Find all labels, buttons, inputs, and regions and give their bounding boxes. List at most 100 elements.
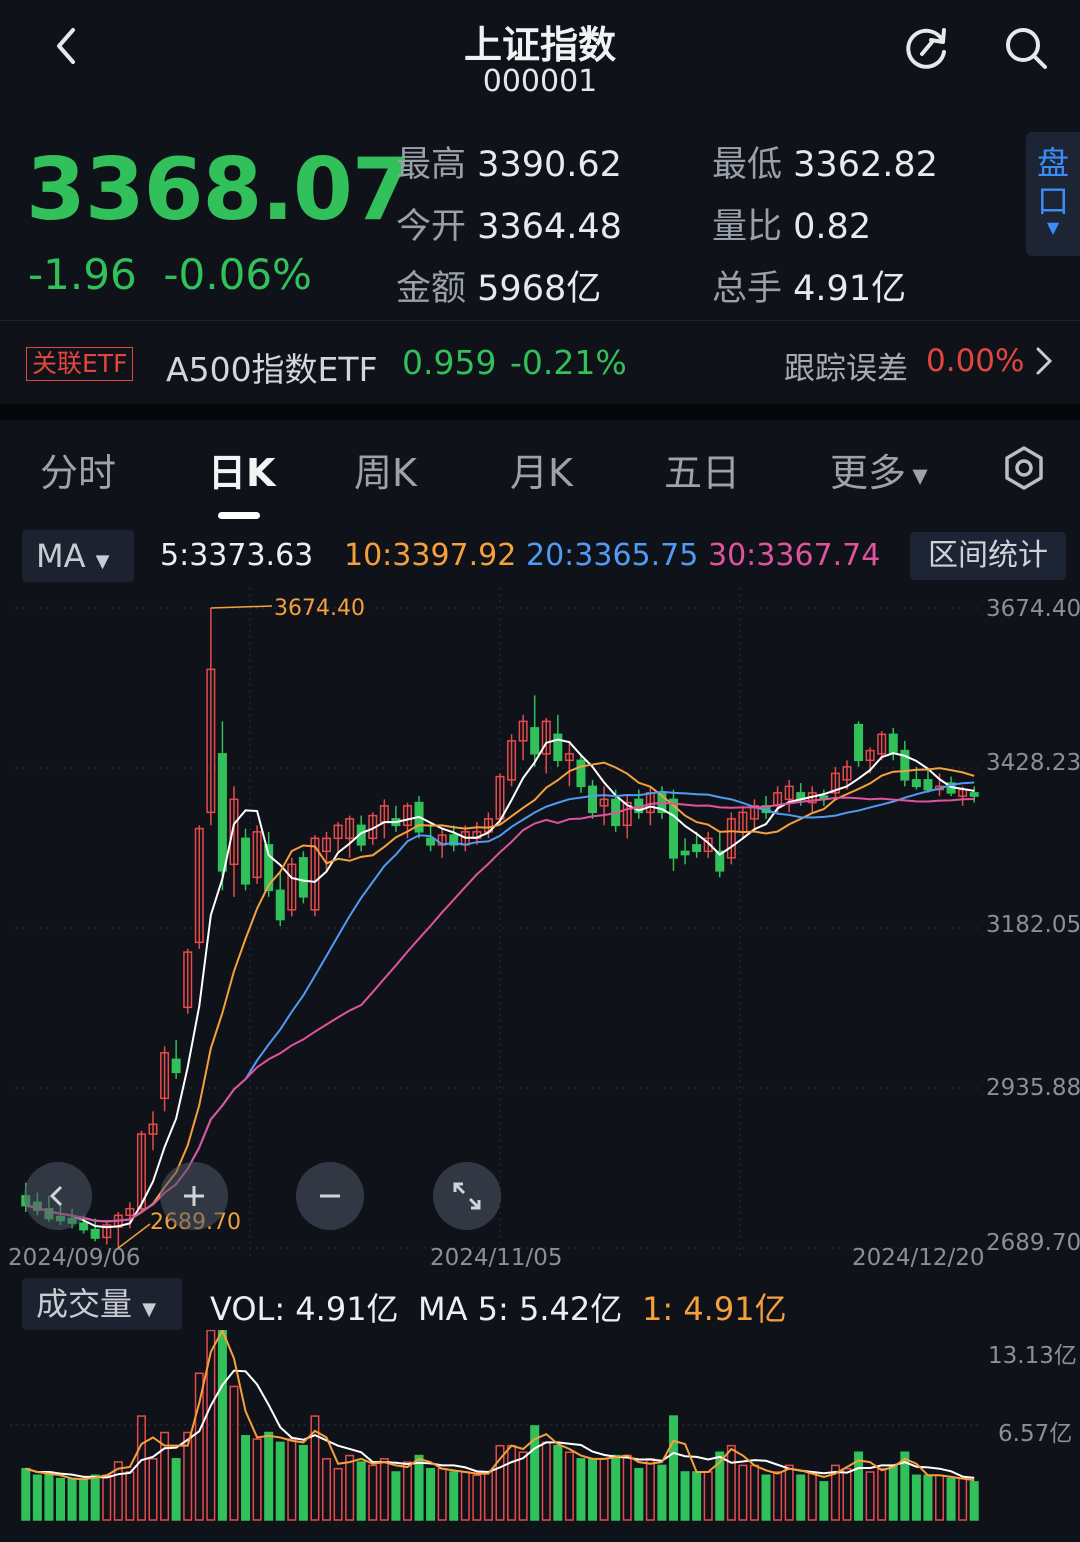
volume-bar bbox=[449, 1471, 459, 1521]
candle-body bbox=[90, 1228, 100, 1239]
stat-label: 最低 bbox=[712, 145, 783, 185]
volume-bar bbox=[749, 1464, 759, 1521]
volume-bar bbox=[298, 1444, 308, 1521]
etf-tag: 关联ETF bbox=[26, 347, 134, 381]
volume-bar bbox=[368, 1464, 378, 1521]
candle-body bbox=[680, 850, 690, 856]
tab-daily-k[interactable]: 日K bbox=[208, 442, 275, 497]
volume-bar bbox=[668, 1415, 679, 1521]
volume-chart[interactable] bbox=[0, 1330, 1080, 1542]
date-axis-label: 2024/09/06 bbox=[8, 1245, 141, 1271]
stat-label: 金额 bbox=[396, 269, 467, 309]
volume-bar bbox=[819, 1481, 829, 1521]
volume-bar bbox=[634, 1467, 644, 1521]
volume-bar bbox=[784, 1464, 794, 1521]
volume-bar bbox=[738, 1464, 748, 1521]
volume-bar bbox=[275, 1441, 285, 1521]
volume-bar bbox=[460, 1471, 470, 1521]
tab-intraday[interactable]: 分时 bbox=[40, 442, 116, 497]
tab-weekly-k[interactable]: 周K bbox=[354, 442, 417, 497]
stat-value: 3362.82 bbox=[793, 145, 938, 185]
change-value: -1.96 bbox=[28, 250, 137, 299]
volume-bar bbox=[761, 1474, 771, 1521]
volume-bar bbox=[703, 1471, 713, 1521]
stat-amount: 金额 5968亿 bbox=[396, 260, 601, 311]
pankou-label: 盘口 bbox=[1036, 144, 1069, 220]
range-statistics-button[interactable]: 区间统计 bbox=[910, 532, 1066, 580]
ma20-line bbox=[25, 781, 975, 1223]
fullscreen-icon[interactable] bbox=[433, 1162, 501, 1230]
volume-bar bbox=[414, 1454, 424, 1521]
volume-bar bbox=[125, 1471, 135, 1521]
indicator-select-label: MA bbox=[36, 537, 86, 575]
candle-body bbox=[275, 889, 285, 921]
stat-value: 5968亿 bbox=[477, 269, 602, 309]
refresh-icon[interactable] bbox=[896, 18, 956, 78]
candle-body bbox=[692, 844, 702, 853]
ma30-value: 30:3367.74 bbox=[708, 538, 881, 573]
tab-more[interactable]: 更多 ▼ bbox=[830, 442, 928, 497]
volume-bar bbox=[472, 1474, 482, 1521]
caret-down-icon: ▼ bbox=[95, 551, 110, 572]
candle-body bbox=[588, 785, 598, 814]
current-price: 3368.07 bbox=[26, 140, 412, 240]
etf-name: A500指数ETF bbox=[166, 350, 378, 389]
candle-body bbox=[911, 779, 921, 788]
pankou-button[interactable]: 盘口 ▼ bbox=[1026, 132, 1080, 256]
price-change: -1.96 -0.06% bbox=[28, 250, 312, 299]
volume-bar bbox=[541, 1441, 551, 1521]
volume-ma1-value: 1: 4.91亿 bbox=[642, 1290, 787, 1328]
zoom-out-button[interactable] bbox=[296, 1162, 364, 1230]
stat-value: 4.91亿 bbox=[793, 269, 907, 309]
candle-body bbox=[79, 1222, 89, 1231]
volume-bar bbox=[21, 1467, 31, 1521]
volume-bar bbox=[391, 1471, 401, 1521]
ma10-value: 10:3397.92 bbox=[344, 538, 517, 573]
scroll-left-button[interactable] bbox=[24, 1162, 92, 1230]
tab-monthly-k[interactable]: 月K bbox=[510, 442, 573, 497]
volume-bar bbox=[773, 1471, 783, 1521]
candlestick-chart[interactable] bbox=[0, 588, 1080, 1278]
etf-change: -0.21% bbox=[510, 343, 627, 382]
volume-bar bbox=[923, 1474, 933, 1521]
tracking-error-value: 0.00% bbox=[926, 343, 1025, 379]
settings-icon[interactable] bbox=[1000, 444, 1048, 496]
caret-down-icon: ▼ bbox=[142, 1299, 157, 1320]
volume-bar bbox=[437, 1467, 447, 1521]
date-axis-label: 2024/12/20 bbox=[852, 1245, 985, 1271]
stat-low: 最低 3362.82 bbox=[712, 136, 938, 187]
volume-bar bbox=[136, 1415, 146, 1521]
volume-bar bbox=[217, 1330, 227, 1521]
stat-open: 今开 3364.48 bbox=[396, 198, 622, 249]
price-axis-label: 3182.05 bbox=[986, 912, 1080, 938]
volume-bar bbox=[171, 1458, 181, 1521]
stat-high: 最高 3390.62 bbox=[396, 136, 622, 187]
ma20-value: 20:3365.75 bbox=[526, 538, 699, 573]
volume-ma5-value: MA 5: 5.42亿 bbox=[418, 1290, 623, 1328]
zoom-in-button[interactable] bbox=[160, 1162, 228, 1230]
volume-indicator-select[interactable]: 成交量 ▼ bbox=[22, 1278, 182, 1330]
candle-body bbox=[576, 759, 586, 788]
search-icon[interactable] bbox=[996, 18, 1056, 78]
candle-body bbox=[241, 837, 251, 885]
chevron-right-icon bbox=[1034, 345, 1054, 381]
volume-bar bbox=[958, 1477, 968, 1521]
section-divider bbox=[0, 404, 1080, 420]
volume-bar bbox=[32, 1474, 42, 1521]
volume-bar bbox=[67, 1477, 77, 1521]
tab-five-day[interactable]: 五日 bbox=[664, 442, 740, 497]
volume-bar bbox=[911, 1474, 921, 1521]
volume-bar bbox=[148, 1458, 158, 1521]
indicator-select[interactable]: MA ▼ bbox=[22, 530, 134, 582]
volume-bar bbox=[79, 1479, 89, 1521]
stat-label: 总手 bbox=[712, 269, 783, 309]
volume-bar bbox=[518, 1451, 528, 1521]
volume-bar bbox=[807, 1471, 817, 1521]
price-axis-label: 2935.88 bbox=[986, 1075, 1080, 1101]
volume-bar bbox=[865, 1471, 875, 1521]
volume-bar bbox=[611, 1454, 621, 1521]
volume-bar bbox=[44, 1471, 54, 1521]
related-etf-bar[interactable]: 关联ETF A500指数ETF 0.959 -0.21% 跟踪误差 0.00% bbox=[0, 320, 1080, 404]
top-nav: 上证指数 000001 bbox=[0, 0, 1080, 120]
volume-bar bbox=[588, 1458, 598, 1521]
